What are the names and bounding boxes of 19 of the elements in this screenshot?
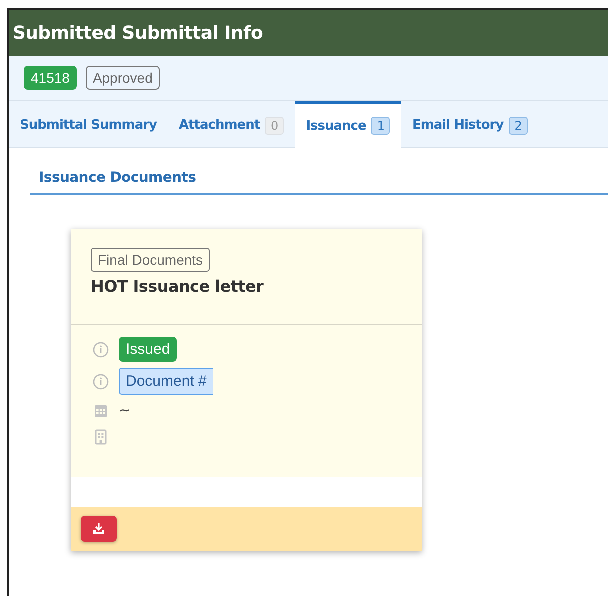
category-tag: Final Documents: [91, 248, 210, 272]
info-icon: [93, 342, 109, 358]
page-title: Submitted Submittal Info: [13, 22, 264, 44]
document-title: HOT Issuance letter: [91, 277, 264, 296]
tab[interactable]: Email History 2: [401, 101, 539, 147]
tab[interactable]: Issuance 1: [295, 101, 402, 148]
tab[interactable]: Attachment 0: [168, 101, 296, 147]
tab[interactable]: Submittal Summary: [9, 101, 168, 147]
download-button[interactable]: [81, 516, 117, 542]
download-icon: [92, 522, 106, 536]
calendar-icon: [93, 403, 109, 419]
status-badge: Issued: [119, 337, 178, 362]
status-badge: Approved: [86, 66, 160, 90]
building-icon: [93, 429, 109, 445]
date-text: ~: [119, 403, 131, 419]
id-badge: 41518: [24, 66, 77, 90]
info-icon: [93, 374, 109, 390]
section-title: Issuance Documents: [30, 170, 608, 195]
document-number-tag: Document #: [119, 368, 213, 395]
